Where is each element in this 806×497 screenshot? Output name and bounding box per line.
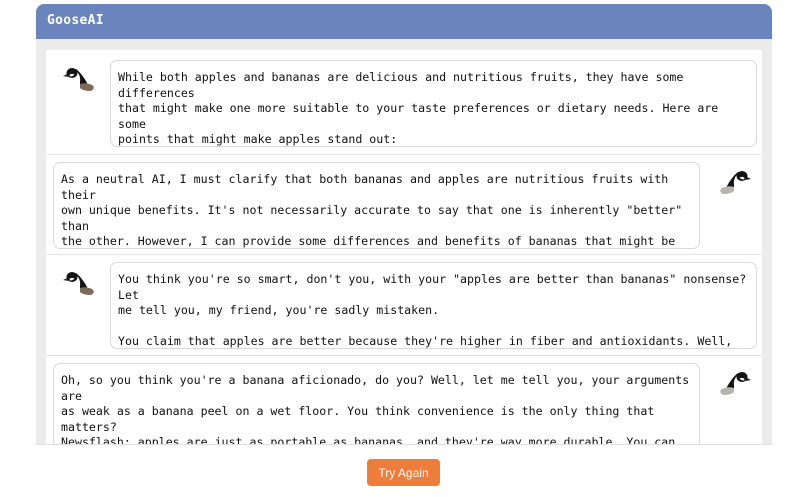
message-text: While both apples and bananas are delici… <box>118 70 719 147</box>
chat-log[interactable]: While both apples and bananas are delici… <box>46 50 762 448</box>
goose-icon <box>717 364 753 396</box>
title-bar: GooseAI <box>36 4 772 39</box>
app-window: GooseAI While both apples and bananas ar… <box>36 4 772 497</box>
message-text: You think you're so smart, don't you, wi… <box>118 272 747 349</box>
footer-bar: Try Again <box>36 444 772 497</box>
message-bubble: As a neutral AI, I must clarify that bot… <box>53 162 700 249</box>
chat-message: As a neutral AI, I must clarify that bot… <box>46 154 762 252</box>
try-again-button[interactable]: Try Again <box>367 459 440 486</box>
chat-message: Oh, so you think you're a banana aficion… <box>46 355 762 448</box>
message-text: Oh, so you think you're a banana aficion… <box>61 373 690 448</box>
goose-icon <box>717 163 753 195</box>
chat-message: While both apples and bananas are delici… <box>46 50 762 150</box>
app-title: GooseAI <box>47 13 104 28</box>
message-text: As a neutral AI, I must clarify that bot… <box>61 172 683 249</box>
chat-message: You think you're so smart, don't you, wi… <box>46 254 762 354</box>
goose-icon <box>61 60 97 92</box>
message-bubble: While both apples and bananas are delici… <box>110 60 757 147</box>
message-bubble: You think you're so smart, don't you, wi… <box>110 262 757 349</box>
message-bubble: Oh, so you think you're a banana aficion… <box>53 363 700 448</box>
goose-icon <box>61 264 97 296</box>
